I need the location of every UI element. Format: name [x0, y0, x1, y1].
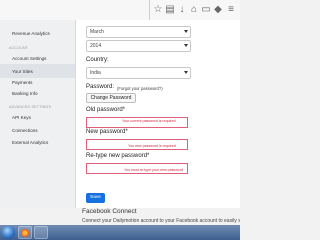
sidebar-section-advanced: ADVANCED SETTINGS: [9, 105, 52, 109]
settings-sidebar: Revenue Analytics ACCOUNT Account Settin…: [0, 20, 76, 208]
new-password-label: New password*: [86, 129, 128, 135]
sidebar-item-your-sites[interactable]: Your Sites: [12, 69, 33, 74]
chevron-down-icon: [184, 44, 188, 47]
sidebar-item-revenue-analytics[interactable]: Revenue Analytics: [12, 31, 50, 36]
month-select-value: March: [90, 29, 104, 35]
facebook-connect-title: Facebook Connect: [82, 208, 137, 215]
sidebar-item-external-analytics[interactable]: External Analytics: [12, 140, 48, 145]
new-password-error: You new password is required: [128, 144, 176, 148]
chevron-down-icon: [184, 71, 188, 74]
change-password-button[interactable]: Change Password: [86, 93, 136, 103]
firefox-icon: [21, 228, 29, 237]
star-icon[interactable]: ☆: [153, 5, 163, 15]
bookmarks-icon[interactable]: ▤: [165, 5, 175, 15]
settings-main-panel: March 2014 Country: India Password: (For…: [76, 20, 240, 215]
retype-password-error: You must re-type your new password: [124, 168, 183, 172]
retype-password-label: Re-type new password*: [86, 153, 150, 159]
firefox-taskbar-button[interactable]: [18, 226, 32, 239]
start-button-icon[interactable]: [2, 226, 15, 239]
forgot-password-link[interactable]: (Forgot your password?): [117, 86, 163, 91]
sidebar-item-payments[interactable]: Payments: [12, 80, 32, 85]
address-bar[interactable]: [0, 0, 150, 20]
sidebar-item-banking-info[interactable]: Banking Info: [12, 91, 38, 96]
year-select[interactable]: 2014: [86, 40, 191, 52]
app-taskbar-button[interactable]: [34, 226, 48, 239]
sidebar-item-connections[interactable]: Connections: [12, 128, 38, 133]
sidebar-item-api-keys[interactable]: API Keys: [12, 115, 31, 120]
chat-icon[interactable]: ▭: [201, 5, 211, 15]
chevron-down-icon: [184, 30, 188, 33]
old-password-label: Old password*: [86, 107, 126, 113]
country-select-value: India: [90, 70, 101, 76]
country-select[interactable]: India: [86, 67, 191, 79]
save-button[interactable]: Save: [86, 193, 105, 203]
password-label: Password:: [86, 84, 115, 90]
year-select-value: 2014: [90, 43, 102, 49]
country-label: Country:: [86, 57, 109, 63]
facebook-connect-description: Connect your Dailymotion account to your…: [82, 218, 240, 224]
extension-icon[interactable]: ◆: [213, 5, 223, 15]
download-icon[interactable]: ↓: [177, 5, 187, 15]
month-select[interactable]: March: [86, 26, 191, 38]
home-icon[interactable]: ⌂: [189, 5, 199, 15]
menu-icon[interactable]: ≡: [226, 5, 236, 15]
os-taskbar: [0, 225, 240, 240]
sidebar-section-account: ACCOUNT: [9, 46, 29, 50]
sidebar-item-account-settings[interactable]: Account Settings: [12, 56, 46, 61]
old-password-error: Your current password is required: [122, 119, 176, 123]
browser-toolbar: ☆ ▤ ↓ ⌂ ▭ ◆ ≡: [0, 0, 240, 21]
